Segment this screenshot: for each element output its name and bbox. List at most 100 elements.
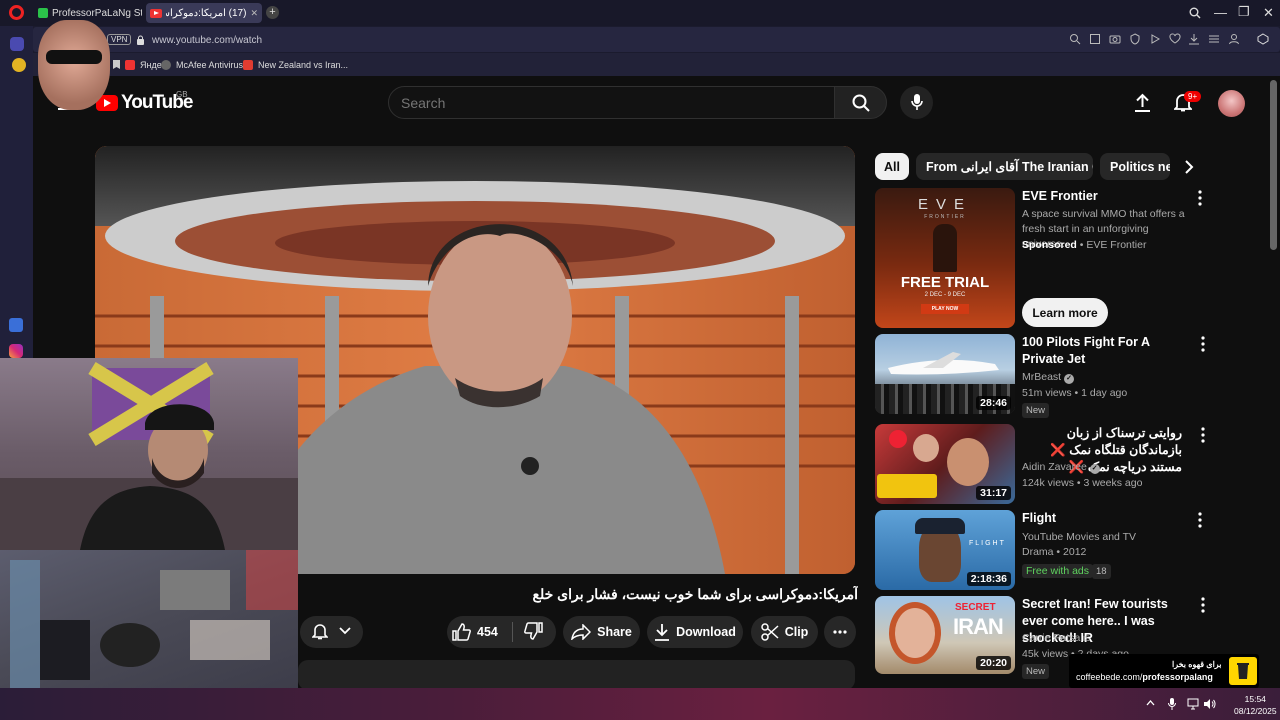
account-avatar[interactable] bbox=[1218, 90, 1245, 117]
system-clock[interactable]: 15:54 08/12/2025 bbox=[1234, 693, 1277, 717]
tab-stream[interactable]: ProfessorPaLaNg Stream bbox=[34, 3, 142, 23]
chip-politics-news[interactable]: Politics news bbox=[1100, 153, 1170, 180]
search-button[interactable] bbox=[834, 86, 887, 119]
vpn-badge[interactable]: VPN bbox=[107, 34, 132, 45]
more-options-icon[interactable] bbox=[1196, 190, 1204, 206]
clip-button[interactable]: Clip bbox=[751, 616, 818, 648]
video-thumbnail[interactable]: SECRET IRAN 20:20 bbox=[875, 596, 1015, 674]
skull-emblem bbox=[889, 430, 907, 448]
volume-icon[interactable] bbox=[1203, 698, 1216, 710]
search-tabs-icon[interactable] bbox=[1189, 7, 1201, 19]
tab-youtube[interactable]: (17) آمریکا:دموکراسی برای ... ✕ bbox=[146, 3, 262, 23]
ad-thumbnail[interactable]: EVE FRONTIER FREE TRIAL 2 DEC - 9 DEC PL… bbox=[875, 188, 1015, 328]
ad-title[interactable]: EVE Frontier bbox=[1022, 188, 1187, 205]
zoom-icon[interactable] bbox=[1069, 33, 1081, 45]
video-thumbnail[interactable]: 31:17 bbox=[875, 424, 1015, 504]
yandex-icon bbox=[125, 60, 135, 70]
description-box[interactable] bbox=[298, 660, 855, 690]
edit-icon[interactable] bbox=[1089, 33, 1101, 45]
like-count: 454 bbox=[477, 625, 498, 639]
video-meta: Drama • 2012 bbox=[1022, 546, 1087, 558]
thumbs-down-icon[interactable] bbox=[524, 622, 543, 640]
shield-icon[interactable] bbox=[1129, 33, 1141, 45]
channel-line: MrBeast ✓ bbox=[1022, 371, 1075, 384]
subscribe-bell-button[interactable] bbox=[300, 616, 363, 648]
share-button[interactable]: Share bbox=[563, 616, 640, 648]
channel-name[interactable]: Aidin Zavaree bbox=[1022, 461, 1087, 473]
download-icon[interactable] bbox=[1188, 33, 1200, 45]
ad-figure bbox=[933, 224, 957, 272]
more-options-icon[interactable] bbox=[1196, 512, 1204, 528]
voice-search-button[interactable] bbox=[900, 86, 933, 119]
sidebar-aria-icon[interactable] bbox=[9, 318, 23, 332]
url-text[interactable]: www.youtube.com/watch bbox=[152, 35, 262, 46]
medal-sticker bbox=[12, 58, 26, 72]
new-badge: New bbox=[1022, 664, 1050, 679]
video-thumbnail[interactable]: 28:46 bbox=[875, 334, 1015, 414]
globe-icon bbox=[161, 60, 171, 70]
bookmark-nz-iran[interactable]: New Zealand vs Iran... bbox=[243, 60, 348, 70]
free-with-ads-label: Free with ads bbox=[1022, 564, 1094, 578]
page-scrollbar[interactable] bbox=[1270, 80, 1277, 250]
clock-time: 15:54 bbox=[1244, 694, 1266, 704]
windows-taskbar bbox=[0, 688, 1280, 720]
more-options-icon[interactable] bbox=[1199, 336, 1207, 352]
learn-more-button[interactable]: Learn more bbox=[1022, 298, 1108, 327]
video-title: آمریکا:دموکراسی برای شما خوب نیست، فشار … bbox=[532, 586, 858, 602]
thumb-iran-text: IRAN bbox=[953, 614, 1004, 639]
chevron-up-icon[interactable] bbox=[1146, 700, 1155, 706]
upload-icon[interactable] bbox=[1134, 93, 1151, 112]
maximize-button[interactable]: ❐ bbox=[1238, 4, 1250, 20]
video-title[interactable]: Flight bbox=[1022, 510, 1187, 527]
more-options-icon[interactable] bbox=[1199, 427, 1207, 443]
sidebar-workspace-icon[interactable] bbox=[10, 37, 24, 51]
heart-icon[interactable] bbox=[1169, 33, 1181, 45]
ad-dates: 2 DEC - 9 DEC bbox=[924, 292, 966, 298]
profile-icon[interactable] bbox=[1228, 33, 1240, 45]
like-button[interactable]: 454 bbox=[452, 619, 510, 645]
menu-icon[interactable] bbox=[1208, 33, 1220, 45]
verified-icon: ✓ bbox=[1089, 464, 1100, 474]
video-title[interactable]: 100 Pilots Fight For A Private Jet bbox=[1022, 334, 1187, 368]
search-input[interactable] bbox=[388, 86, 835, 119]
play-icon[interactable] bbox=[1149, 33, 1161, 45]
chip-all[interactable]: All bbox=[875, 153, 909, 180]
more-options-icon[interactable] bbox=[1199, 597, 1207, 613]
channel-name[interactable]: YouTube Movies and TV bbox=[1022, 531, 1136, 543]
chip-from-channel[interactable]: From آقای ایرانی The Iranian Guy bbox=[916, 153, 1093, 180]
bookmarks-bar: Яндекс McAfee Antivirus New Zealand vs I… bbox=[33, 53, 1280, 76]
video-meta: 124k views • 3 weeks ago bbox=[1022, 477, 1143, 489]
camera-icon[interactable] bbox=[1109, 33, 1121, 45]
share-arrow-icon bbox=[571, 624, 592, 640]
new-tab-button[interactable]: + bbox=[266, 6, 279, 19]
more-horizontal-icon bbox=[833, 630, 847, 634]
video-duration: 28:46 bbox=[976, 396, 1011, 410]
webcam-overlay bbox=[0, 358, 298, 550]
advertiser-name: EVE Frontier bbox=[1086, 239, 1147, 251]
pilot-cap bbox=[915, 518, 965, 534]
youtube-favicon-icon bbox=[150, 8, 162, 18]
close-tab-icon[interactable]: ✕ bbox=[250, 8, 258, 19]
channel-name[interactable]: Carrie Patsalis bbox=[1022, 632, 1090, 644]
close-window-button[interactable]: ✕ bbox=[1263, 5, 1274, 21]
network-icon[interactable] bbox=[1187, 698, 1199, 710]
more-actions-button[interactable] bbox=[824, 616, 856, 648]
thumb-overlay-text bbox=[877, 474, 937, 498]
instagram-icon[interactable] bbox=[9, 344, 23, 358]
minimize-button[interactable]: — bbox=[1214, 5, 1227, 20]
bookmarks-folder-icon[interactable] bbox=[112, 59, 122, 70]
microphone-tray-icon[interactable] bbox=[1168, 698, 1176, 710]
coffee-banner-url: coffeebede.com/professorpalang bbox=[1076, 672, 1213, 682]
ad-brand-title: EVE bbox=[917, 196, 972, 213]
video-thumbnail[interactable]: FLIGHT 2:18:36 bbox=[875, 510, 1015, 590]
scissors-icon bbox=[760, 623, 779, 641]
opera-logo-icon[interactable] bbox=[9, 5, 24, 20]
video-meta: 51m views • 1 day ago bbox=[1022, 387, 1128, 399]
search-icon bbox=[852, 94, 870, 112]
extensions-icon[interactable] bbox=[1257, 33, 1269, 45]
chevron-right-icon[interactable] bbox=[1185, 160, 1194, 174]
download-button[interactable]: Download bbox=[647, 616, 743, 648]
channel-name[interactable]: MrBeast bbox=[1022, 371, 1061, 383]
notifications-count-badge: 9+ bbox=[1184, 91, 1202, 102]
bookmark-mcafee[interactable]: McAfee Antivirus bbox=[161, 60, 243, 70]
